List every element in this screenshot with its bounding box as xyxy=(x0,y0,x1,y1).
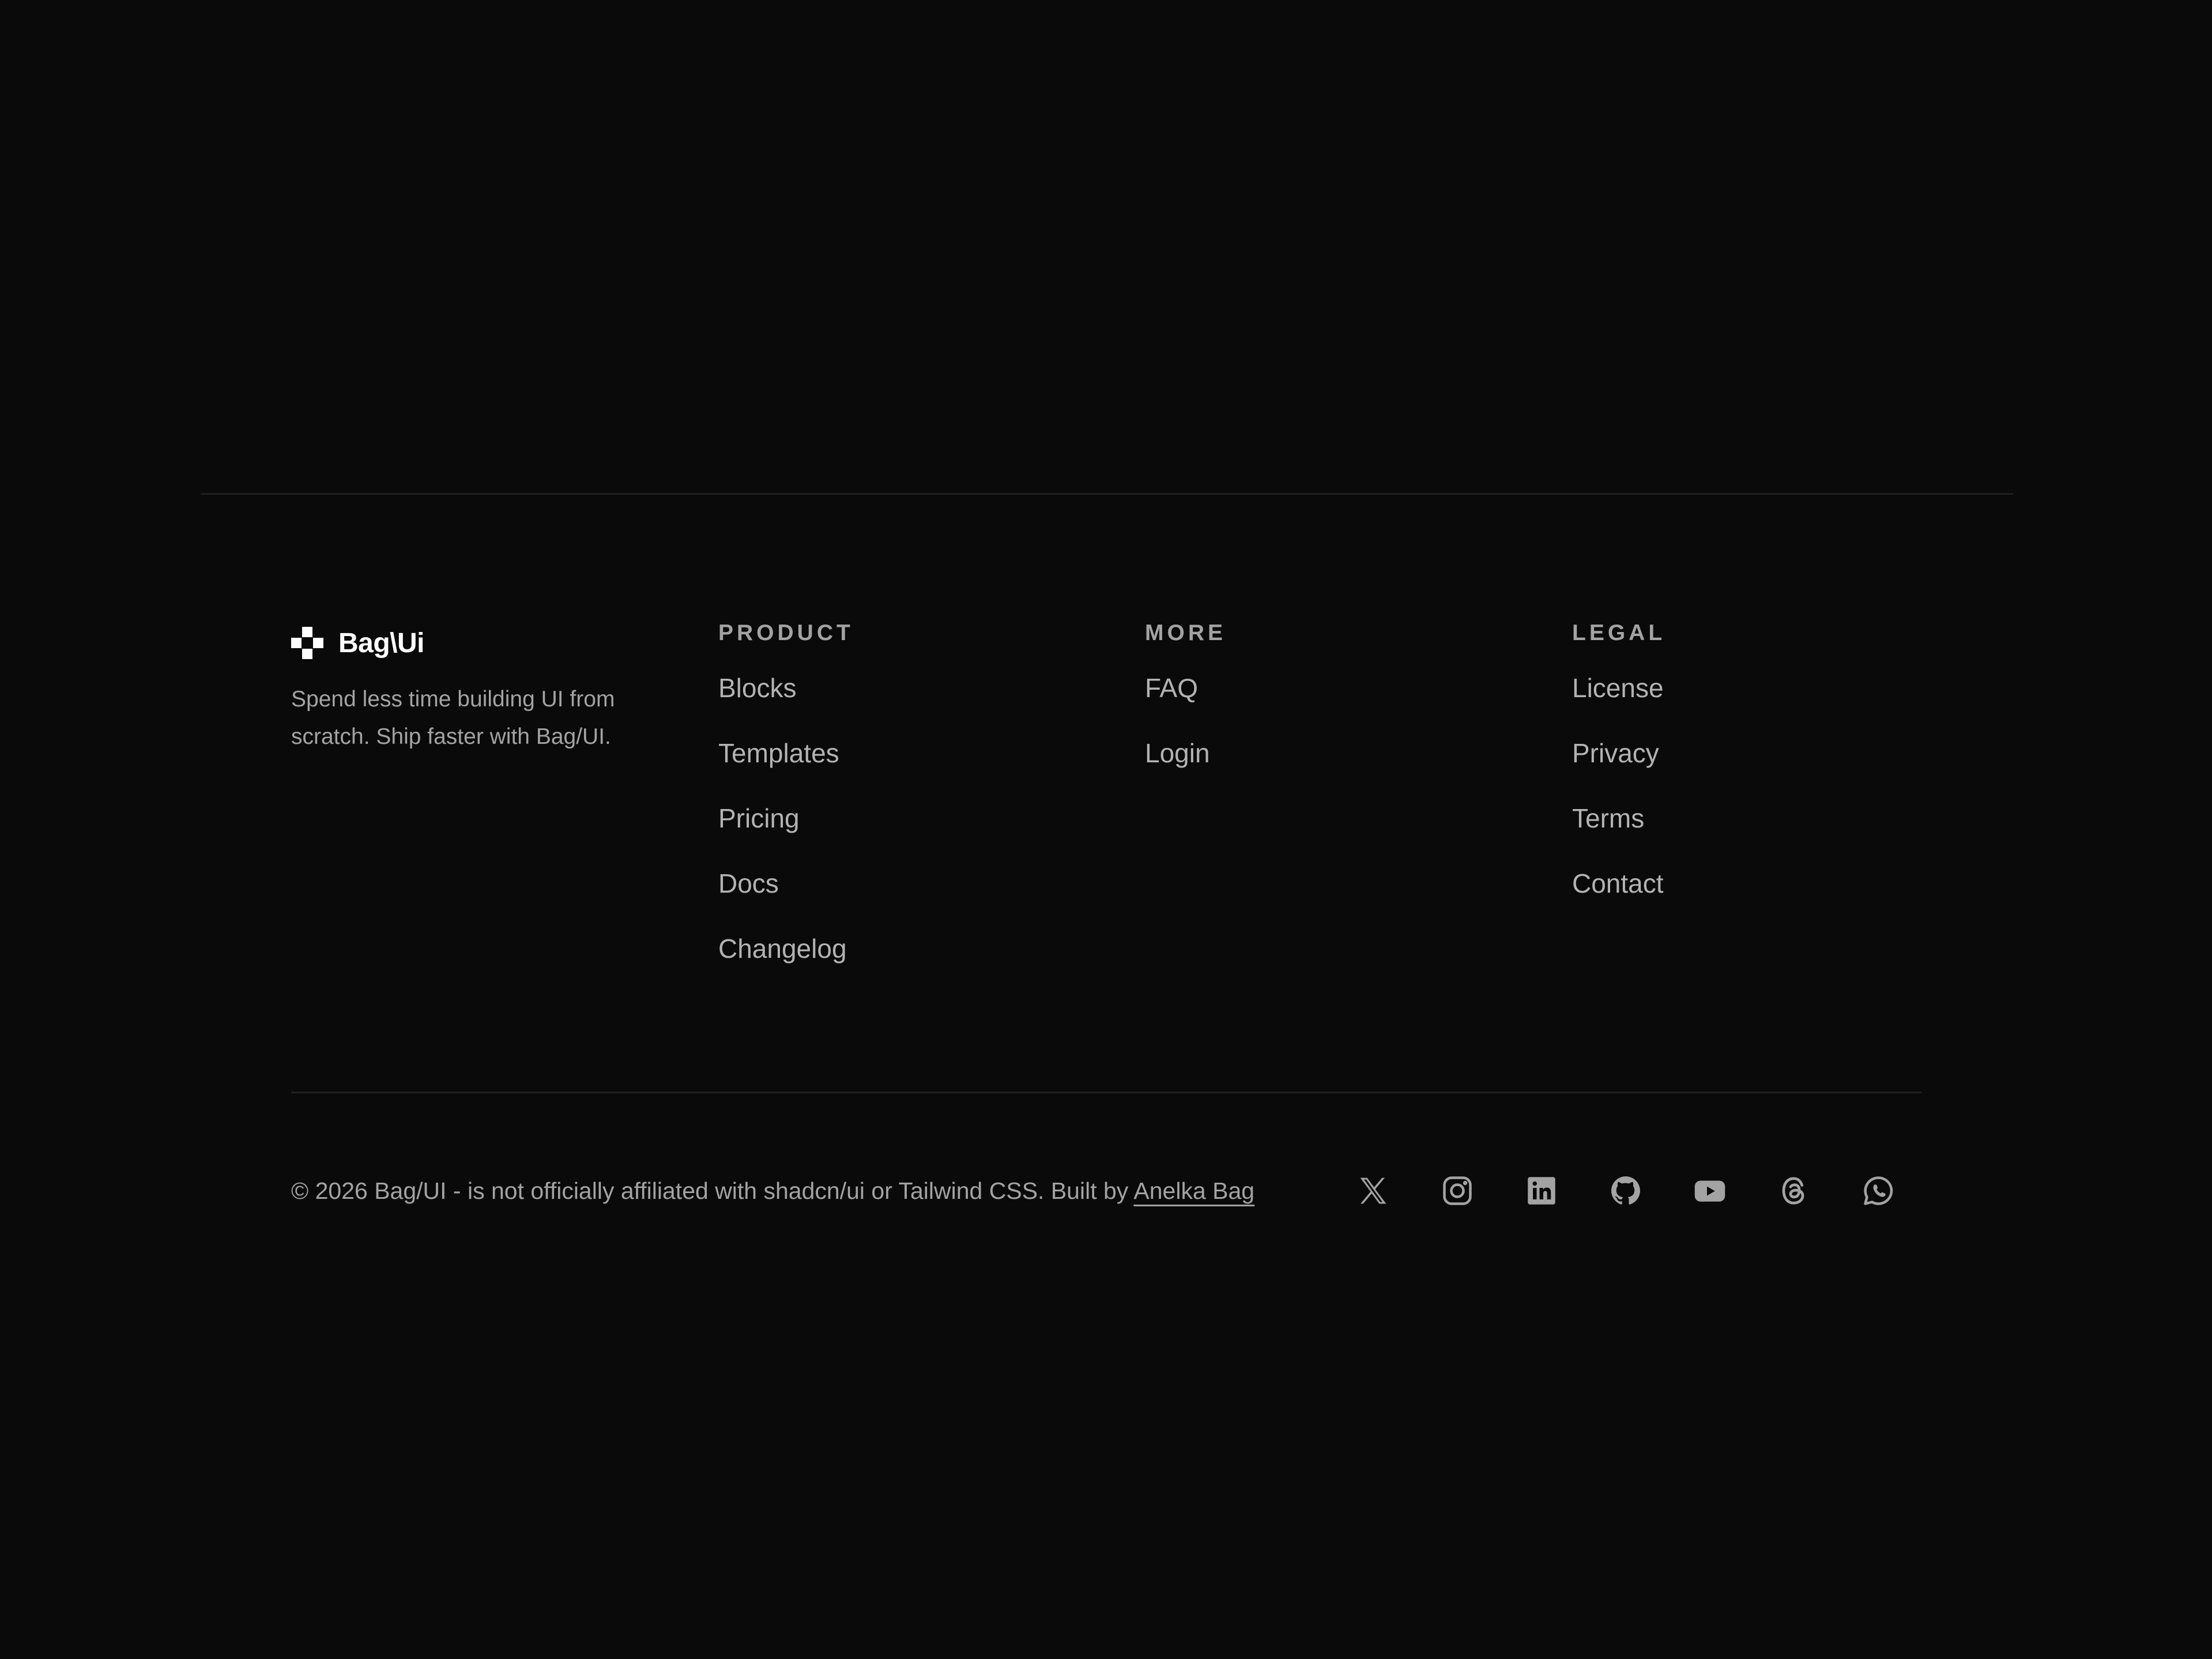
column-title: MORE xyxy=(1145,620,1226,645)
instagram-icon xyxy=(1443,1176,1472,1205)
x-icon xyxy=(1360,1178,1386,1204)
github-link[interactable] xyxy=(1607,1172,1644,1209)
threads-link[interactable] xyxy=(1776,1172,1812,1209)
footer-bottom-bar: © 2026 Bag/UI - is not officially affili… xyxy=(291,1165,1921,1217)
youtube-icon xyxy=(1694,1180,1725,1202)
footer-link-changelog[interactable]: Changelog xyxy=(718,931,854,996)
footer-link-templates[interactable]: Templates xyxy=(718,736,854,801)
footer-link-privacy[interactable]: Privacy xyxy=(1572,736,1665,801)
youtube-link[interactable] xyxy=(1691,1172,1728,1209)
brand-tagline: Spend less time building UI from scratch… xyxy=(291,687,615,749)
copyright-statement: © 2026 Bag/UI - is not officially affili… xyxy=(291,1177,1134,1204)
github-icon xyxy=(1611,1176,1640,1205)
footer-link-pricing[interactable]: Pricing xyxy=(718,801,854,866)
x-link[interactable] xyxy=(1355,1172,1392,1209)
instagram-link[interactable] xyxy=(1439,1172,1476,1209)
footer-link-terms[interactable]: Terms xyxy=(1572,801,1665,866)
linkedin-link[interactable] xyxy=(1523,1172,1560,1209)
footer-link-login[interactable]: Login xyxy=(1145,736,1226,801)
copyright-text: © 2026 Bag/UI - is not officially affili… xyxy=(291,1178,1254,1205)
footer-link-faq[interactable]: FAQ xyxy=(1145,671,1226,736)
brand-logo[interactable]: Bag\Ui xyxy=(291,623,637,663)
column-title: PRODUCT xyxy=(718,620,854,645)
threads-icon xyxy=(1782,1177,1804,1205)
footer-link-license[interactable]: License xyxy=(1572,671,1665,736)
whatsapp-link[interactable] xyxy=(1860,1172,1897,1209)
footer-brand: Bag\Ui Spend less time building UI from … xyxy=(291,623,637,755)
brand-name: Bag\Ui xyxy=(338,627,425,659)
whatsapp-icon xyxy=(1864,1176,1893,1205)
footer-column-product: PRODUCT Blocks Templates Pricing Docs Ch… xyxy=(718,611,854,996)
bottom-divider xyxy=(291,1092,1921,1093)
column-title: LEGAL xyxy=(1572,620,1666,645)
footer-column-more: MORE FAQ Login xyxy=(1145,611,1226,801)
logo-icon xyxy=(291,627,323,659)
footer-link-blocks[interactable]: Blocks xyxy=(718,671,854,736)
footer-link-docs[interactable]: Docs xyxy=(718,866,854,931)
linkedin-icon xyxy=(1528,1177,1555,1205)
footer-link-contact[interactable]: Contact xyxy=(1572,866,1665,931)
social-links xyxy=(1355,1165,1897,1217)
top-divider xyxy=(201,493,2013,495)
author-link[interactable]: Anelka Bag xyxy=(1133,1178,1254,1204)
footer-column-legal: LEGAL License Privacy Terms Contact xyxy=(1572,611,1665,931)
